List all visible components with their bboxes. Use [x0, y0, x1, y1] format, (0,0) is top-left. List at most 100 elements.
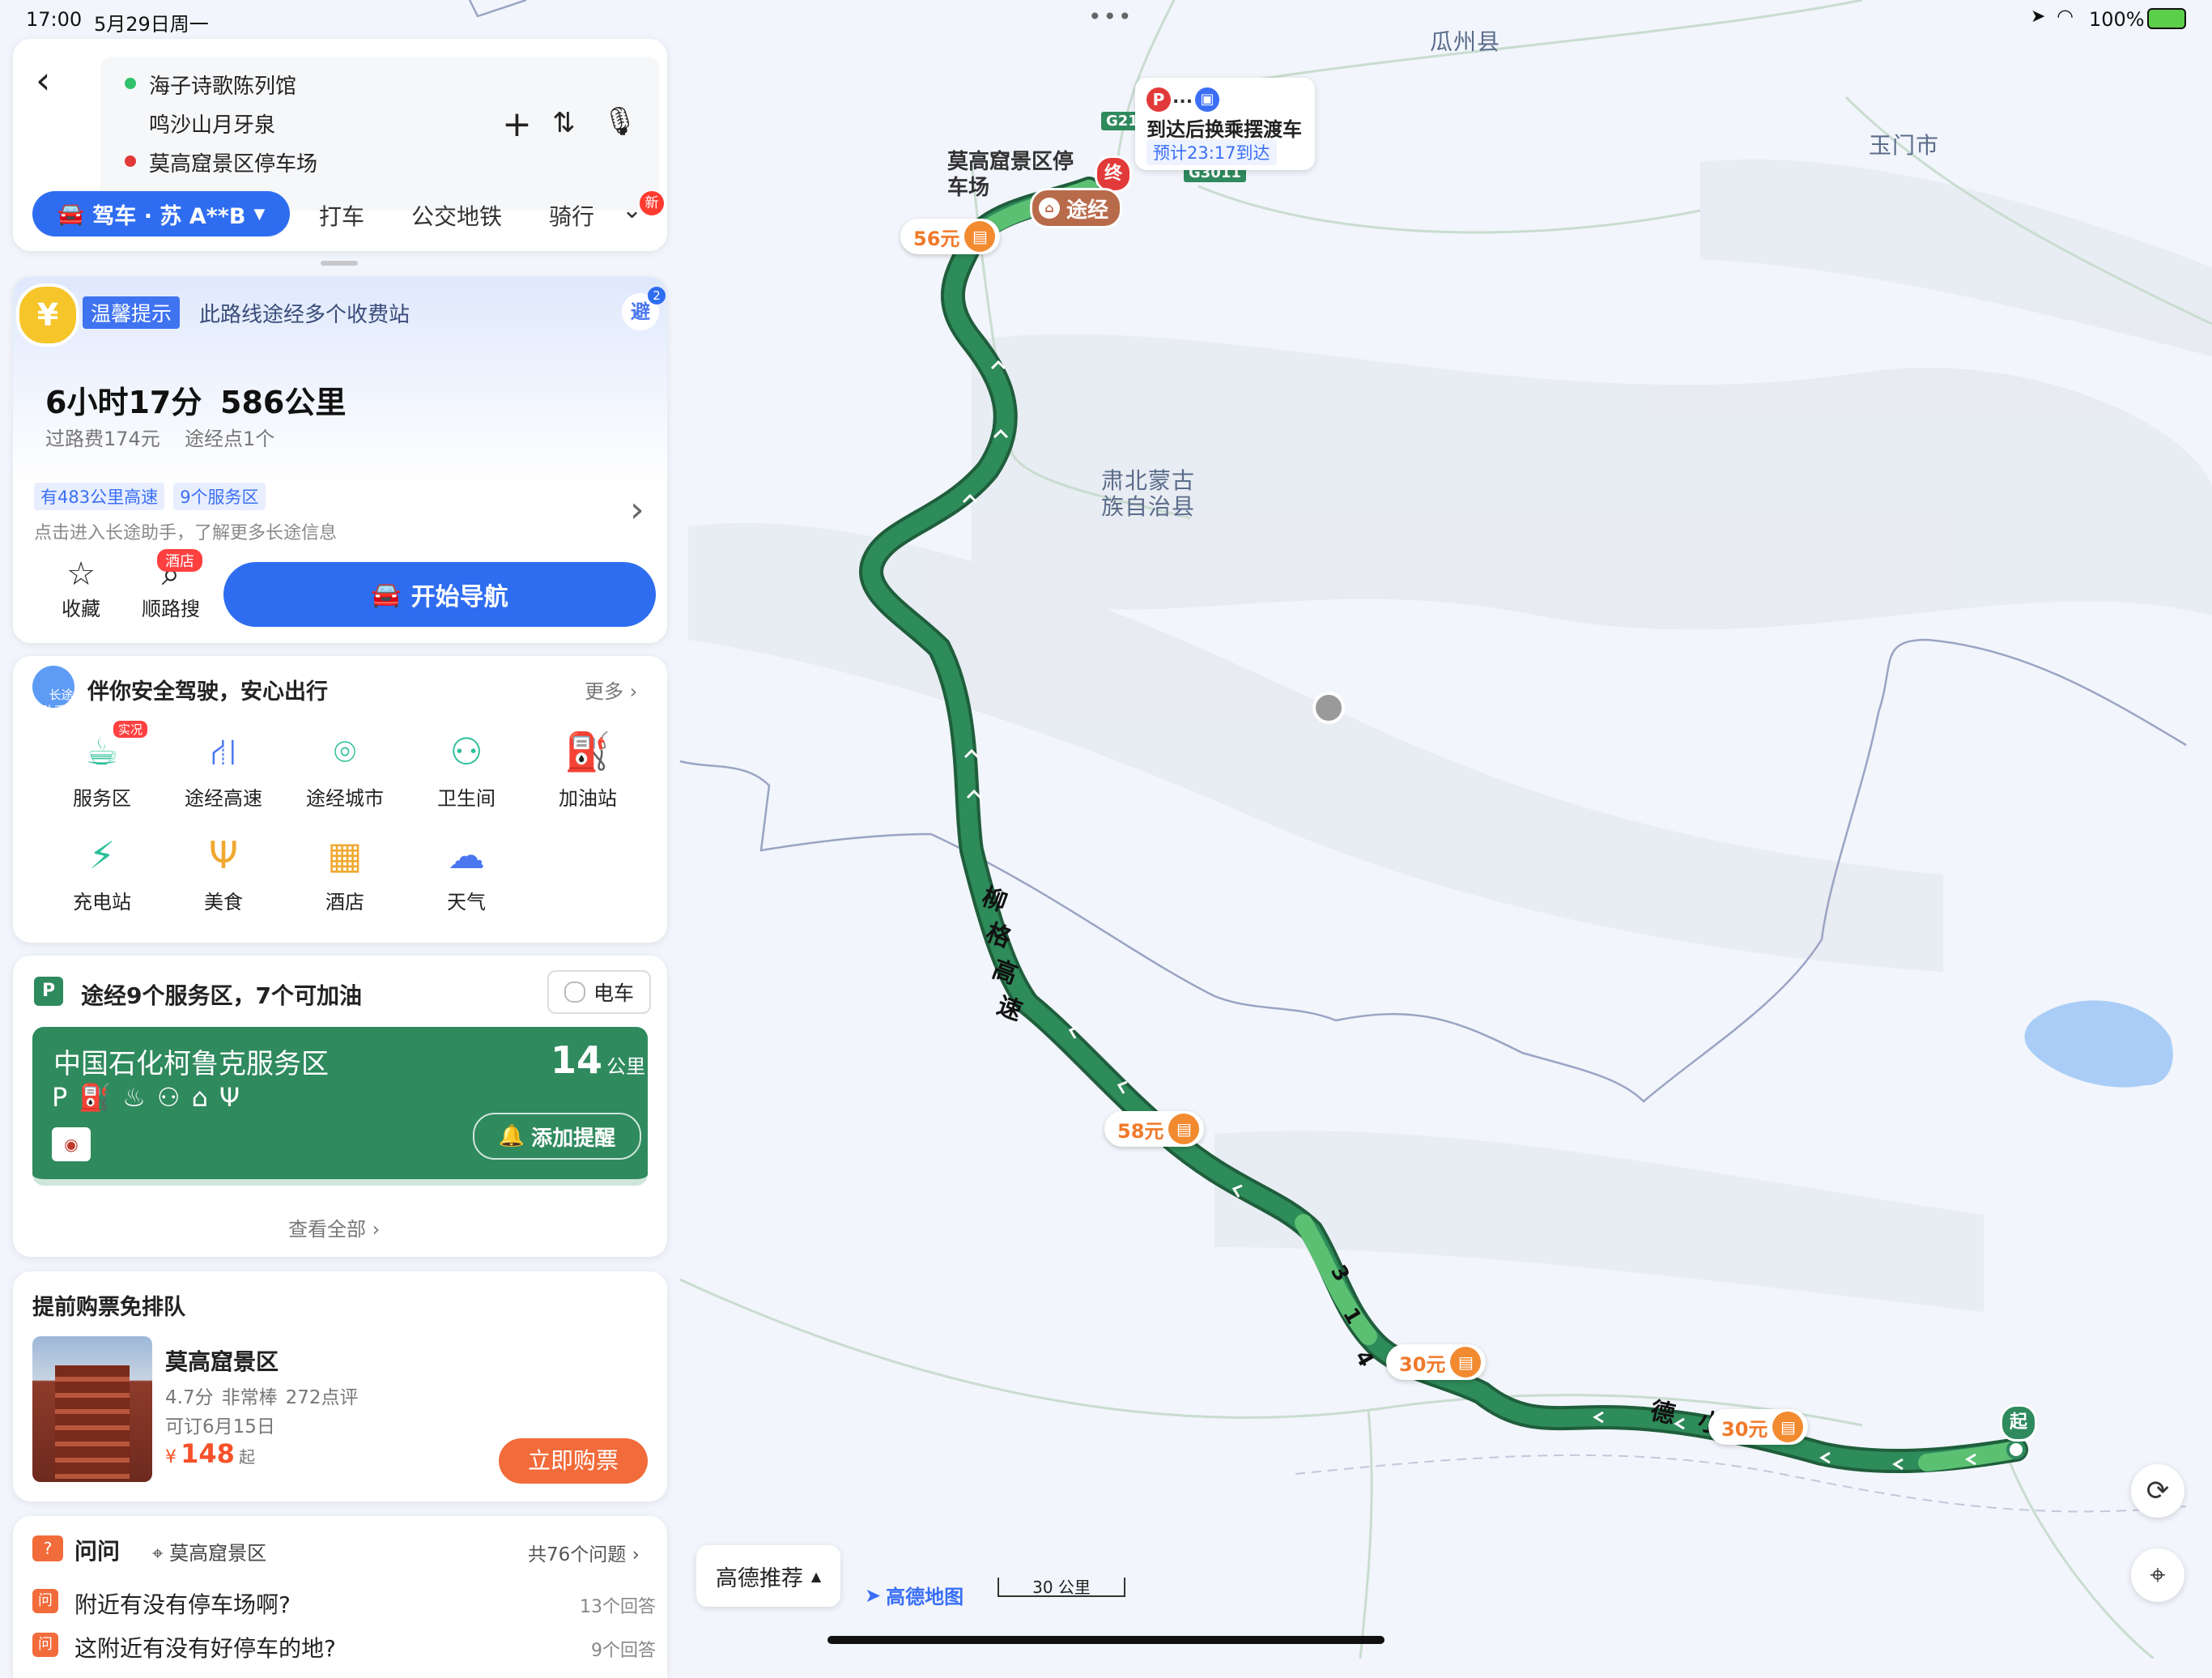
tool-label: 服务区 — [73, 787, 131, 810]
long-trip-info[interactable]: 有483公里高速 9个服务区 点击进入长途助手，了解更多长途信息 › — [34, 483, 657, 547]
mode-taxi-tab[interactable]: 打车 — [319, 199, 364, 232]
fuel-icon: ⛽ — [79, 1082, 112, 1113]
destination-dot — [125, 155, 136, 167]
tool-item-2[interactable]: ⌾ 途经城市 — [288, 726, 402, 823]
tool-label: 酒店 — [325, 891, 364, 914]
qa-count-link[interactable]: 共76个问题 › — [528, 1539, 640, 1566]
gas-flame-icon: ♨ — [122, 1082, 146, 1113]
tool-item-0[interactable]: ☕ 实况 服务区 — [45, 721, 159, 823]
service-area-item[interactable]: 中国石化柯鲁克服务区 14 公里 P ⛽ ♨ ⚇ ⌂ Ψ ◉ 🔔 添加提醒 — [32, 1027, 648, 1186]
checkbox-icon — [564, 982, 585, 1003]
qa-location: ⌖ 莫高窟景区 — [152, 1537, 266, 1565]
tool-label: 美食 — [204, 891, 243, 914]
ferry-callout[interactable]: P ... ▣ 到达后换乘摆渡车 预计23:17到达 — [1135, 78, 1315, 170]
callout-more: ... — [1172, 87, 1193, 108]
sinopec-logo-icon: ◉ — [52, 1127, 91, 1161]
service-name: 中国石化柯鲁克服务区 — [53, 1048, 329, 1080]
locate-button[interactable]: ⌖ — [2131, 1548, 2184, 1602]
toll-price-pin[interactable]: 30元 ▤ — [1708, 1409, 1809, 1445]
service-title: 途经9个服务区，7个可加油 — [81, 982, 362, 1009]
swap-icon[interactable]: ⇅ — [552, 107, 576, 139]
chevron-left-icon: ‹ — [36, 58, 51, 102]
tool-item-1[interactable]: ⛙ 途经高速 — [167, 726, 280, 823]
tool-item-4[interactable]: ⛽ 加油站 — [531, 726, 644, 823]
favorite-button[interactable]: ☆ 收藏 — [49, 556, 113, 621]
multitask-dots-icon[interactable]: ••• — [1088, 3, 1134, 30]
toll-price-pin[interactable]: 56元 ▤ — [900, 219, 1001, 254]
mode-bike-tab[interactable]: 骑行 — [549, 199, 594, 232]
toll-price: 56元 — [913, 227, 960, 250]
buy-ticket-button[interactable]: 立即购票 — [499, 1438, 648, 1484]
question-tag: 问 — [32, 1589, 58, 1613]
new-badge: 新 — [640, 191, 664, 215]
locate-icon: ⌖ — [2150, 1559, 2166, 1591]
service-area-card: P 途经9个服务区，7个可加油 电车 中国石化柯鲁克服务区 14 公里 P ⛽ … — [13, 956, 667, 1257]
qa-icon: ? — [32, 1535, 63, 1561]
safety-tools-card: 长途助手 伴你安全驾驶，安心出行 更多 › ☕ 实况 服务区 ⛙ 途经高速 ⌾ 途经城市 ⚇ 卫… — [13, 656, 667, 943]
toll-icon: ▤ — [1168, 1114, 1200, 1144]
microphone-icon[interactable]: 🎙 — [602, 105, 637, 138]
recommend-dropdown[interactable]: 高德推荐 ▲ — [696, 1545, 840, 1607]
scale-bar: 30 公里 — [998, 1578, 1125, 1597]
start-navigation-button[interactable]: 🚘 开始导航 — [223, 562, 656, 627]
start-marker[interactable]: 起 — [2000, 1404, 2037, 1442]
price-suffix: 起 — [238, 1447, 255, 1467]
parking-service-icon: P — [34, 977, 63, 1006]
question-text: 这附近有没有好停车的地? — [74, 1635, 336, 1662]
answer-count: 9个回答 — [591, 1641, 656, 1661]
tool-label: 加油站 — [559, 787, 617, 810]
via-label: 途经 — [1066, 198, 1109, 223]
ticket-price: ¥ 148 起 — [165, 1438, 255, 1469]
hotel-icon: ▦ — [327, 833, 363, 877]
toll-price-pin[interactable]: 58元 ▤ — [1104, 1111, 1205, 1147]
scenic-rating: 4.7分 非常棒 272点评 — [165, 1382, 358, 1409]
amap-logo: ➤ 高德地图 — [865, 1581, 963, 1609]
location-arrow-icon: ➤ — [2031, 6, 2046, 27]
assistant-hint: 点击进入长途助手，了解更多长途信息 — [34, 523, 338, 543]
star-icon: ☆ — [66, 556, 96, 593]
facility-icons: P ⛽ ♨ ⚇ ⌂ Ψ — [52, 1082, 240, 1113]
tool-item-3[interactable]: ⚇ 卫生间 — [410, 726, 523, 823]
distance-unit: 公里 — [606, 1055, 646, 1078]
callout-eta: 预计23:17到达 — [1146, 139, 1277, 165]
tool-item-6[interactable]: Ψ 美食 — [167, 829, 280, 926]
mode-drive-tab[interactable]: 🚘 驾车 · 苏 A**B ▼ — [32, 191, 290, 236]
mode-transit-tab[interactable]: 公交地铁 — [411, 199, 502, 232]
status-time: 17:00 — [26, 8, 83, 31]
car-icon: 🚘 — [371, 580, 402, 609]
view-all-link[interactable]: 查看全部 › — [288, 1213, 380, 1241]
scenic-thumbnail[interactable] — [32, 1336, 152, 1482]
tool-item-8[interactable]: ☁ 天气 — [410, 829, 523, 926]
toll-icon: ▤ — [964, 221, 996, 252]
more-link[interactable]: 更多 › — [585, 675, 637, 704]
parking-icon: P — [1146, 87, 1171, 112]
qa-row[interactable]: 问这附近有没有好停车的地? 9个回答 — [32, 1628, 656, 1663]
add-reminder-button[interactable]: 🔔 添加提醒 — [473, 1113, 641, 1160]
bell-icon: 🔔 — [498, 1124, 525, 1148]
tool-item-7[interactable]: ▦ 酒店 — [288, 829, 402, 926]
city-pin-icon: ⌾ — [334, 730, 356, 773]
place-label-yumen: 玉门市 — [1869, 132, 1940, 159]
waypoint-field[interactable]: 鸣沙山月牙泉 — [149, 109, 275, 138]
toll-price-pin[interactable]: 30元 ▤ — [1386, 1344, 1487, 1380]
origin-field[interactable]: 海子诗歌陈列馆 — [149, 70, 296, 100]
rotate-map-button[interactable]: ⟳ — [2131, 1464, 2184, 1518]
back-button[interactable]: ‹ — [36, 58, 50, 102]
ev-toggle[interactable]: 电车 — [547, 970, 651, 1014]
tool-label: 途经高速 — [185, 787, 262, 810]
qa-row[interactable]: 问附近有没有停车场啊? 13个回答 — [32, 1584, 656, 1620]
via-marker[interactable]: ⌂ 途经 — [1030, 188, 1123, 228]
start-navigation-label: 开始导航 — [410, 583, 508, 611]
route-stops: 海子诗歌陈列馆 鸣沙山月牙泉 莫高窟景区停车场 + ⇅ 🎙 — [100, 57, 659, 211]
review-count: 272点评 — [285, 1387, 359, 1408]
more-label: 更多 — [585, 680, 623, 703]
tool-item-5[interactable]: ⚡ 充电站 — [45, 829, 159, 926]
add-stop-icon[interactable]: + — [502, 104, 532, 145]
drag-handle[interactable] — [321, 261, 358, 266]
scenic-name[interactable]: 莫高窟景区 — [165, 1344, 279, 1377]
yuan-coin-icon: ¥ — [16, 283, 79, 347]
destination-field[interactable]: 莫高窟景区停车场 — [149, 147, 317, 177]
price-value: 148 — [181, 1438, 235, 1469]
mode-drive-label: 驾车 · 苏 A**B — [92, 203, 246, 229]
service-chip: 9个服务区 — [173, 483, 266, 510]
